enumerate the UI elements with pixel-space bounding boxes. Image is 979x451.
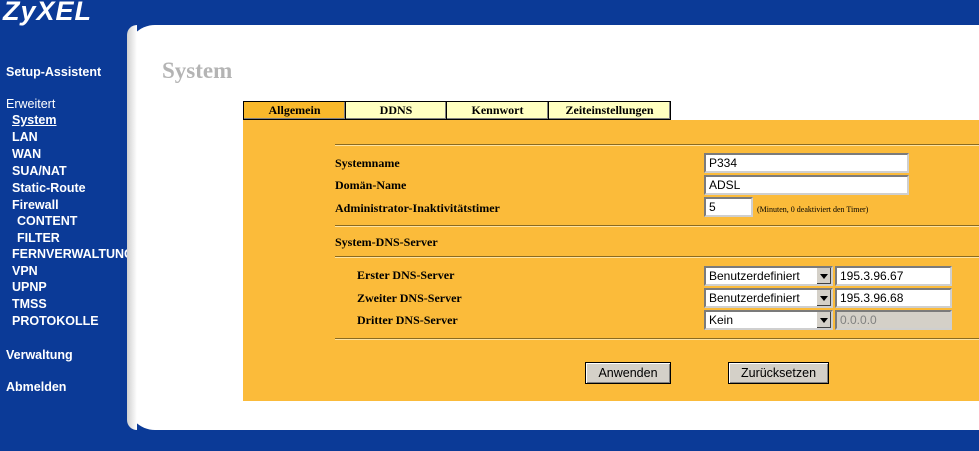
chevron-down-icon[interactable]	[816, 290, 831, 306]
dns2-ip-field[interactable]: 195.3.96.68	[835, 288, 952, 308]
page-title: System	[162, 58, 233, 83]
sidebar-item-lan[interactable]: LAN	[12, 130, 38, 144]
dns3-ip-field: 0.0.0.0	[835, 310, 952, 330]
sidebar-item-setup-assistent[interactable]: Setup-Assistent	[6, 65, 101, 79]
dns-section-heading: System-DNS-Server	[335, 235, 438, 249]
tab-bar: Allgemein DDNS Kennwort Zeiteinstellunge…	[243, 101, 671, 120]
sidebar-item-protokolle[interactable]: PROTOKOLLE	[12, 314, 99, 328]
tab-kennwort[interactable]: Kennwort	[446, 101, 548, 120]
dns1-ip-field[interactable]: 195.3.96.67	[835, 266, 952, 286]
dns3-mode-value: Kein	[709, 313, 734, 327]
sidebar-item-wan[interactable]: WAN	[12, 147, 41, 161]
systemname-field[interactable]: P334	[704, 153, 909, 173]
domain-name-field[interactable]: ADSL	[704, 175, 909, 195]
chevron-down-icon[interactable]	[816, 268, 831, 284]
inactivity-timer-field[interactable]: 5	[704, 197, 753, 217]
dns2-mode-select[interactable]: Benutzerdefiniert	[704, 288, 833, 308]
sidebar-item-vpn[interactable]: VPN	[12, 264, 38, 278]
sidebar-item-firewall[interactable]: Firewall	[12, 198, 59, 212]
sidebar-item-upnp[interactable]: UPNP	[12, 280, 47, 294]
sidebar-item-fernverwaltung[interactable]: FERNVERWALTUNG	[12, 247, 134, 261]
tab-allgemein[interactable]: Allgemein	[243, 101, 345, 120]
domain-name-label: Domän-Name	[335, 178, 407, 192]
divider	[335, 256, 979, 258]
sidebar-section-erweitert[interactable]: Erweitert	[6, 97, 55, 111]
reset-button[interactable]: Zurücksetzen	[728, 362, 829, 384]
sidebar-item-verwaltung[interactable]: Verwaltung	[6, 348, 73, 362]
chevron-down-icon[interactable]	[816, 312, 831, 328]
dns1-mode-select[interactable]: Benutzerdefiniert	[704, 266, 833, 286]
divider	[335, 144, 979, 146]
panel-shadow	[127, 25, 137, 430]
sidebar-item-system[interactable]: System	[12, 113, 56, 127]
dns1-mode-value: Benutzerdefiniert	[709, 269, 800, 283]
sidebar-item-content[interactable]: CONTENT	[17, 214, 77, 228]
sidebar-item-tmss[interactable]: TMSS	[12, 297, 47, 311]
divider	[335, 225, 979, 227]
sidebar-item-abmelden[interactable]: Abmelden	[6, 380, 66, 394]
dns1-label: Erster DNS-Server	[357, 268, 455, 282]
inactivity-timer-label: Administrator-Inaktivitätstimer	[335, 201, 500, 215]
sidebar-nav: Setup-Assistent Erweitert System LAN WAN…	[0, 0, 134, 451]
inactivity-timer-hint: (Minuten, 0 deaktiviert den Timer)	[757, 205, 869, 214]
tab-zeiteinstellungen[interactable]: Zeiteinstellungen	[548, 101, 671, 120]
sidebar-item-static-route[interactable]: Static-Route	[12, 181, 86, 195]
dns3-mode-select[interactable]: Kein	[704, 310, 833, 330]
dns3-label: Dritter DNS-Server	[357, 313, 458, 327]
systemname-label: Systemname	[335, 156, 400, 170]
sidebar-item-sua-nat[interactable]: SUA/NAT	[12, 164, 67, 178]
divider	[335, 338, 979, 340]
sidebar-item-filter[interactable]: FILTER	[17, 231, 60, 245]
dns2-label: Zweiter DNS-Server	[357, 291, 462, 305]
tab-ddns[interactable]: DDNS	[345, 101, 446, 120]
apply-button[interactable]: Anwenden	[585, 362, 671, 384]
dns2-mode-value: Benutzerdefiniert	[709, 291, 800, 305]
